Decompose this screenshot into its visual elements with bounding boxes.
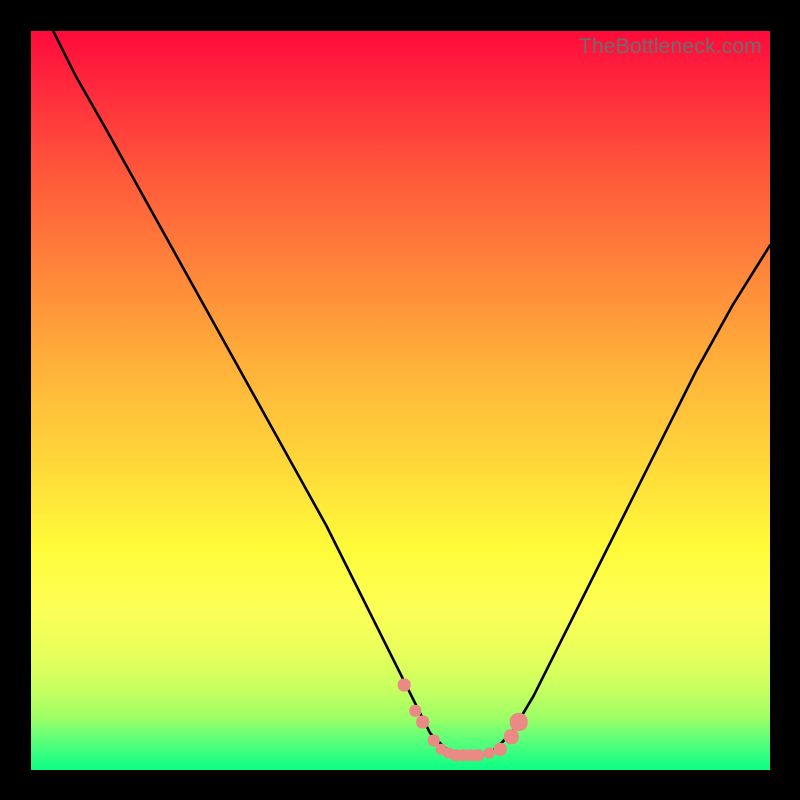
dip-marker	[409, 705, 421, 717]
chart-plot-area: TheBottleneck.com	[31, 31, 770, 770]
dip-marker	[398, 679, 411, 692]
dip-marker	[504, 729, 519, 744]
dip-marker	[472, 749, 484, 761]
bottleneck-curve	[31, 31, 770, 770]
dip-marker	[494, 743, 507, 756]
dip-marker	[484, 748, 495, 759]
dip-marker	[416, 715, 429, 728]
bottleneck-curve-path	[53, 31, 770, 755]
chart-frame: TheBottleneck.com	[0, 0, 800, 800]
dip-marker	[510, 713, 528, 731]
